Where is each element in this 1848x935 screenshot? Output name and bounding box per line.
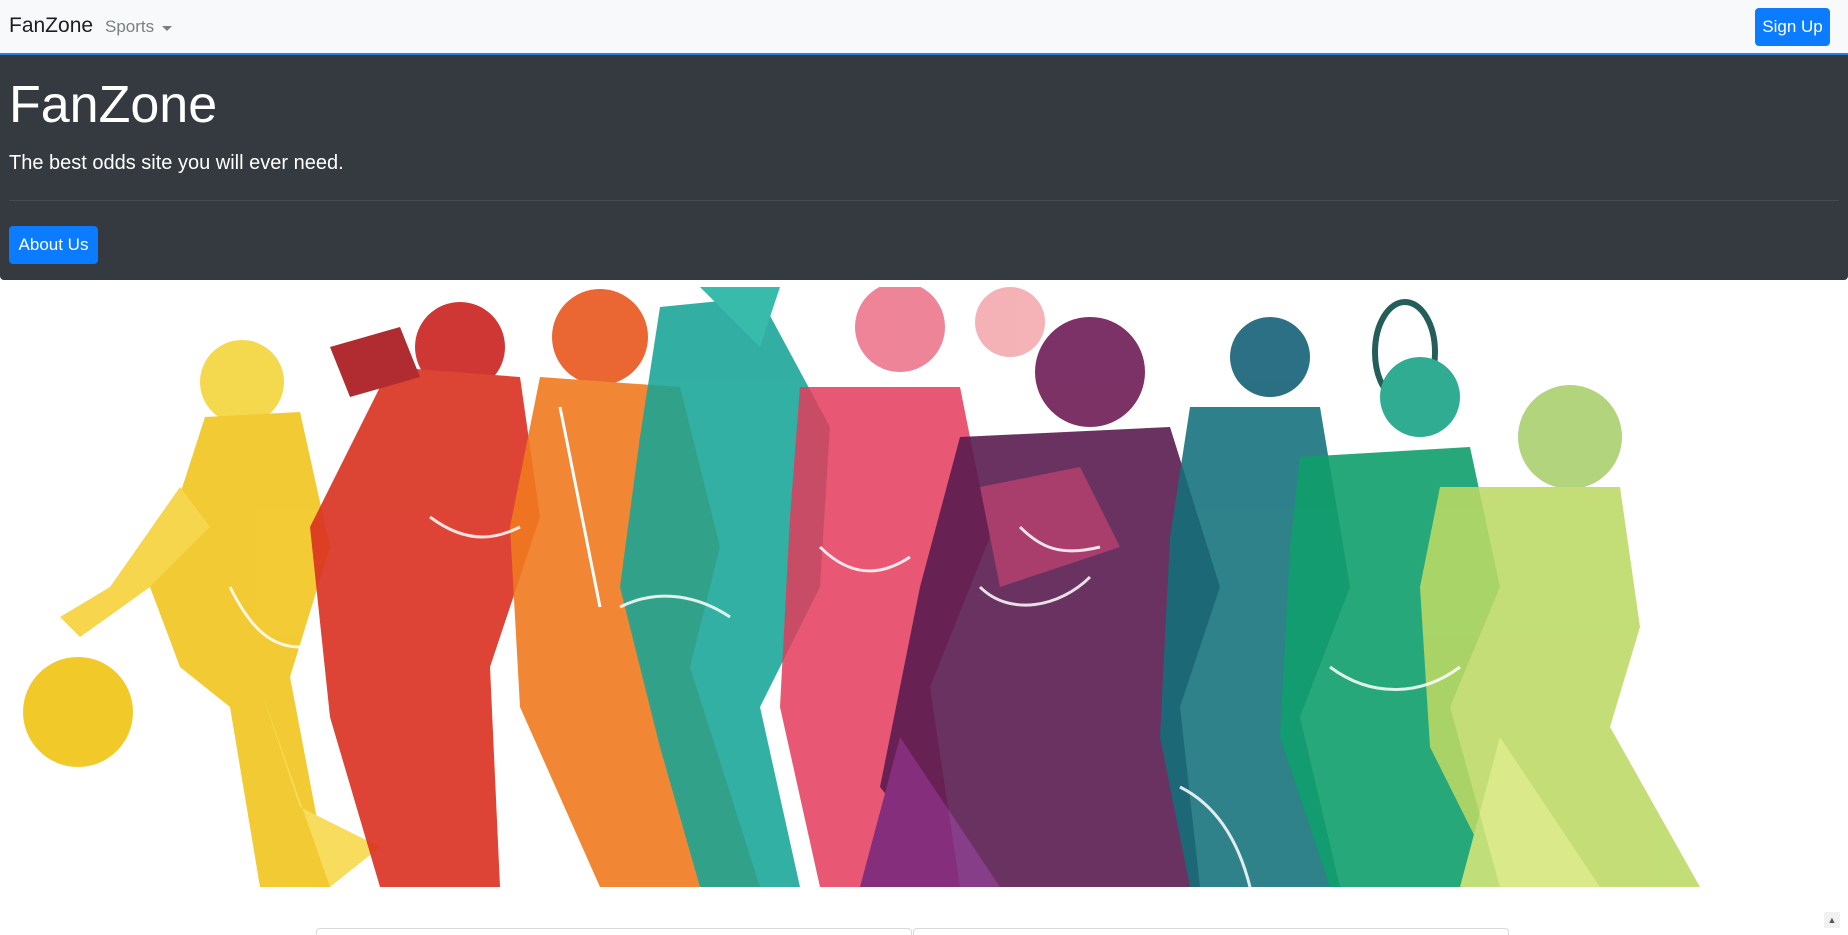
sign-up-button[interactable]: Sign Up [1755, 8, 1830, 46]
hero-sports-image [0, 287, 1848, 889]
sports-dropdown[interactable]: Sports [105, 17, 173, 37]
sports-silhouettes-illustration [23, 287, 1700, 888]
page-lead-text: The best odds site you will ever need. [9, 152, 344, 174]
navbar: FanZone Sports Sign Up [0, 0, 1848, 55]
jumbotron: FanZone The best odds site you will ever… [0, 55, 1848, 280]
sports-dropdown-label: Sports [105, 17, 155, 36]
brand-link[interactable]: FanZone [9, 14, 93, 38]
jumbotron-divider [9, 200, 1839, 201]
about-us-button[interactable]: About Us [9, 226, 98, 264]
scroll-up-arrow-icon[interactable]: ▲ [1824, 912, 1840, 928]
caret-down-icon [162, 25, 173, 31]
page-title: FanZone [9, 76, 218, 134]
